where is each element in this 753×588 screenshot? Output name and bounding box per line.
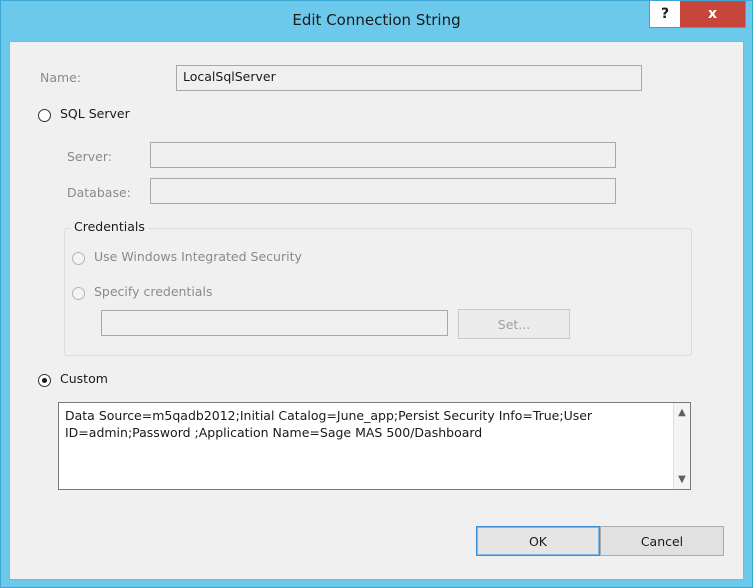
cancel-button[interactable]: Cancel xyxy=(600,526,724,556)
specify-credentials-label: Specify credentials xyxy=(94,284,213,299)
server-field[interactable] xyxy=(150,142,616,168)
connection-string-text: Data Source=m5qadb2012;Initial Catalog=J… xyxy=(65,408,593,440)
windows-integrated-radio[interactable] xyxy=(72,252,85,265)
set-button[interactable]: Set... xyxy=(458,309,570,339)
credentials-field[interactable] xyxy=(101,310,448,336)
specify-credentials-radio[interactable] xyxy=(72,287,85,300)
dialog-body: Name: LocalSqlServer SQL Server Server: … xyxy=(9,41,744,580)
name-label: Name: xyxy=(40,70,82,85)
custom-label: Custom xyxy=(60,371,108,386)
connection-string-textarea[interactable]: Data Source=m5qadb2012;Initial Catalog=J… xyxy=(58,402,691,490)
database-label: Database: xyxy=(67,185,131,200)
database-field[interactable] xyxy=(150,178,616,204)
credentials-group-label: Credentials xyxy=(70,219,149,234)
title-bar[interactable]: Edit Connection String ? x xyxy=(1,1,752,41)
close-button[interactable]: x xyxy=(680,1,746,28)
chevron-up-icon[interactable]: ▲ xyxy=(674,404,690,421)
custom-radio[interactable] xyxy=(38,374,51,387)
name-field[interactable]: LocalSqlServer xyxy=(176,65,642,91)
sql-server-radio[interactable] xyxy=(38,109,51,122)
server-label: Server: xyxy=(67,149,112,164)
ok-button[interactable]: OK xyxy=(476,526,600,556)
sql-server-label: SQL Server xyxy=(60,106,130,121)
vertical-scrollbar[interactable]: ▲ ▼ xyxy=(673,403,690,489)
chevron-down-icon[interactable]: ▼ xyxy=(674,471,690,488)
edit-connection-string-dialog: Edit Connection String ? x Name: LocalSq… xyxy=(0,0,753,588)
dialog-title: Edit Connection String xyxy=(292,11,461,29)
radio-selected-dot xyxy=(42,378,47,383)
windows-integrated-label: Use Windows Integrated Security xyxy=(94,249,302,264)
help-button[interactable]: ? xyxy=(649,1,681,28)
